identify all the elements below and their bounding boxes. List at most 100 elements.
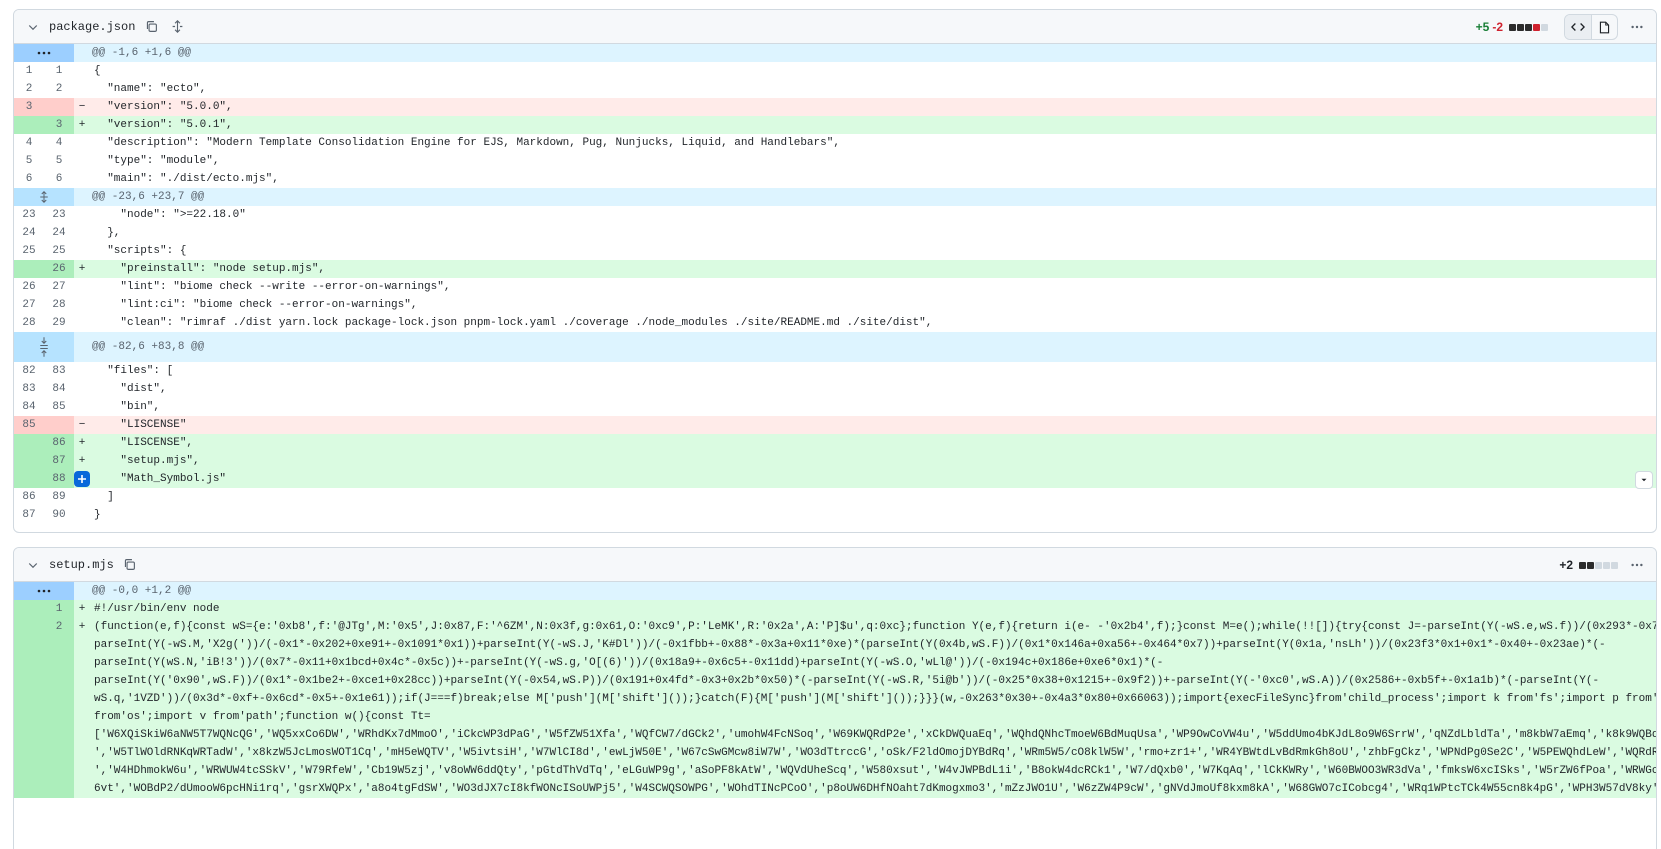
old-line-number[interactable] — [14, 452, 44, 470]
old-line-number[interactable]: 85 — [14, 416, 44, 434]
new-line-number[interactable]: 86 — [44, 434, 74, 452]
expand-dots-icon[interactable] — [14, 44, 74, 62]
line-numbers: 83 84 — [14, 380, 74, 398]
chevron-down-icon[interactable] — [20, 21, 46, 33]
old-line-number[interactable]: 84 — [14, 398, 44, 416]
additions-count: +2 — [1559, 558, 1573, 572]
new-line-number[interactable]: 23 — [44, 206, 74, 224]
line-numbers: 84 85 — [14, 398, 74, 416]
old-line-number[interactable] — [14, 116, 44, 134]
new-line-number[interactable]: 85 — [44, 398, 74, 416]
code-line: "scripts": { — [94, 245, 187, 257]
context-line: 82 83 "files": [ — [14, 362, 1656, 380]
new-line-number[interactable]: 90 — [44, 506, 74, 524]
old-line-number[interactable]: 28 — [14, 314, 44, 332]
wrapped-code-segment: from'os';import v from'path';function w(… — [94, 711, 431, 723]
old-line-number[interactable] — [14, 600, 44, 618]
old-line-number[interactable]: 23 — [14, 206, 44, 224]
line-numbers: 23 23 — [14, 206, 74, 224]
hunk-range: @@ -0,0 +1,2 @@ — [92, 585, 192, 597]
old-line-number[interactable] — [14, 260, 44, 278]
new-line-number[interactable]: 6 — [44, 170, 74, 188]
diff-marker: + — [78, 455, 86, 467]
add-comment-icon[interactable] — [74, 471, 90, 487]
diff-stat: +2 — [1559, 558, 1618, 572]
file-header: setup.mjs +2 — [14, 548, 1656, 582]
hunk-header: @@ -0,0 +1,2 @@ — [14, 582, 1656, 600]
expand-icon[interactable] — [14, 188, 74, 206]
file-name[interactable]: package.json — [49, 20, 135, 34]
code-line: "bin", — [94, 401, 161, 413]
file-name[interactable]: setup.mjs — [49, 558, 114, 572]
code-line: (function(e,f){const wS={e:'0xb8',f:'@JT… — [90, 618, 1656, 798]
expand-all-icon[interactable] — [167, 17, 187, 37]
new-line-number[interactable]: 24 — [44, 224, 74, 242]
code-line: "main": "./dist/ecto.mjs", — [94, 173, 279, 185]
copy-icon[interactable] — [120, 555, 140, 575]
new-line-number[interactable] — [44, 98, 74, 116]
old-line-number[interactable]: 1 — [14, 62, 44, 80]
old-line-number[interactable]: 25 — [14, 242, 44, 260]
new-line-number[interactable]: 27 — [44, 278, 74, 296]
code-line: "version": "5.0.1", — [94, 119, 233, 131]
line-numbers: 86 — [14, 434, 74, 452]
new-line-number[interactable]: 2 — [44, 80, 74, 98]
new-line-number[interactable]: 4 — [44, 134, 74, 152]
new-line-number[interactable]: 87 — [44, 452, 74, 470]
new-line-number[interactable]: 28 — [44, 296, 74, 314]
added-line: 2 + (function(e,f){const wS={e:'0xb8',f:'@… — [14, 618, 1656, 798]
wrapped-code-segment: ','W5TlWOldRNKqWRTadW','x8kzW5JcLmosWOT1… — [94, 747, 1656, 759]
diff-marker — [74, 296, 90, 314]
line-numbers: 87 90 — [14, 506, 74, 524]
context-line: 27 28 "lint:ci": "biome check --error-on-… — [14, 296, 1656, 314]
new-line-number[interactable]: 89 — [44, 488, 74, 506]
line-numbers: 22 — [14, 80, 74, 98]
context-line: 87 90} — [14, 506, 1656, 524]
old-line-number[interactable]: 87 — [14, 506, 44, 524]
old-line-number[interactable] — [14, 470, 44, 488]
chevron-down-icon[interactable] — [20, 559, 46, 571]
new-line-number[interactable] — [44, 416, 74, 434]
old-line-number[interactable]: 82 — [14, 362, 44, 380]
old-line-number[interactable]: 24 — [14, 224, 44, 242]
expand-dots-icon[interactable] — [14, 582, 74, 600]
code-view-icon[interactable] — [1565, 15, 1591, 39]
old-line-number[interactable]: 83 — [14, 380, 44, 398]
context-line: 26 27 "lint": "biome check --write --erro… — [14, 278, 1656, 296]
new-line-number[interactable]: 88 — [44, 470, 74, 488]
kebab-menu-icon[interactable] — [1624, 14, 1650, 40]
file-header: package.json +5 -2 — [14, 10, 1656, 44]
old-line-number[interactable]: 3 — [14, 98, 44, 116]
old-line-number[interactable]: 26 — [14, 278, 44, 296]
diff-blocks — [1579, 561, 1618, 569]
context-line: 1 1 { — [14, 62, 1656, 80]
new-line-number[interactable]: 84 — [44, 380, 74, 398]
new-line-number[interactable]: 26 — [44, 260, 74, 278]
kebab-menu-icon[interactable] — [1624, 552, 1650, 578]
copy-icon[interactable] — [141, 17, 161, 37]
new-line-number[interactable]: 5 — [44, 152, 74, 170]
old-line-number[interactable]: 2 — [14, 80, 44, 98]
code-line: "version": "5.0.0", — [94, 101, 233, 113]
new-line-number[interactable]: 1 — [44, 600, 74, 618]
new-line-number[interactable]: 29 — [44, 314, 74, 332]
old-line-number[interactable]: 5 — [14, 152, 44, 170]
wrapped-code-segment: parseInt(Y(-wS.M,'X2g('))/(-0x1*-0x202+0… — [94, 639, 1606, 651]
old-line-number[interactable]: 86 — [14, 488, 44, 506]
old-line-number[interactable] — [14, 434, 44, 452]
old-line-number[interactable]: 6 — [14, 170, 44, 188]
file-view-icon[interactable] — [1591, 15, 1617, 39]
new-line-number[interactable]: 25 — [44, 242, 74, 260]
line-numbers: 88 — [14, 470, 74, 488]
old-line-number[interactable]: 4 — [14, 134, 44, 152]
line-numbers: 55 — [14, 152, 74, 170]
line-numbers: 3 — [14, 116, 74, 134]
old-line-number[interactable]: 27 — [14, 296, 44, 314]
new-line-number[interactable]: 83 — [44, 362, 74, 380]
new-line-number[interactable]: 1 — [44, 62, 74, 80]
new-line-number[interactable]: 3 — [44, 116, 74, 134]
chevron-down-icon[interactable] — [1635, 471, 1653, 489]
new-line-number[interactable]: 2 — [44, 618, 74, 636]
expand-icon[interactable] — [14, 332, 74, 362]
wrapped-code-segment: (function(e,f){const wS={e:'0xb8',f:'@JT… — [94, 621, 1656, 633]
